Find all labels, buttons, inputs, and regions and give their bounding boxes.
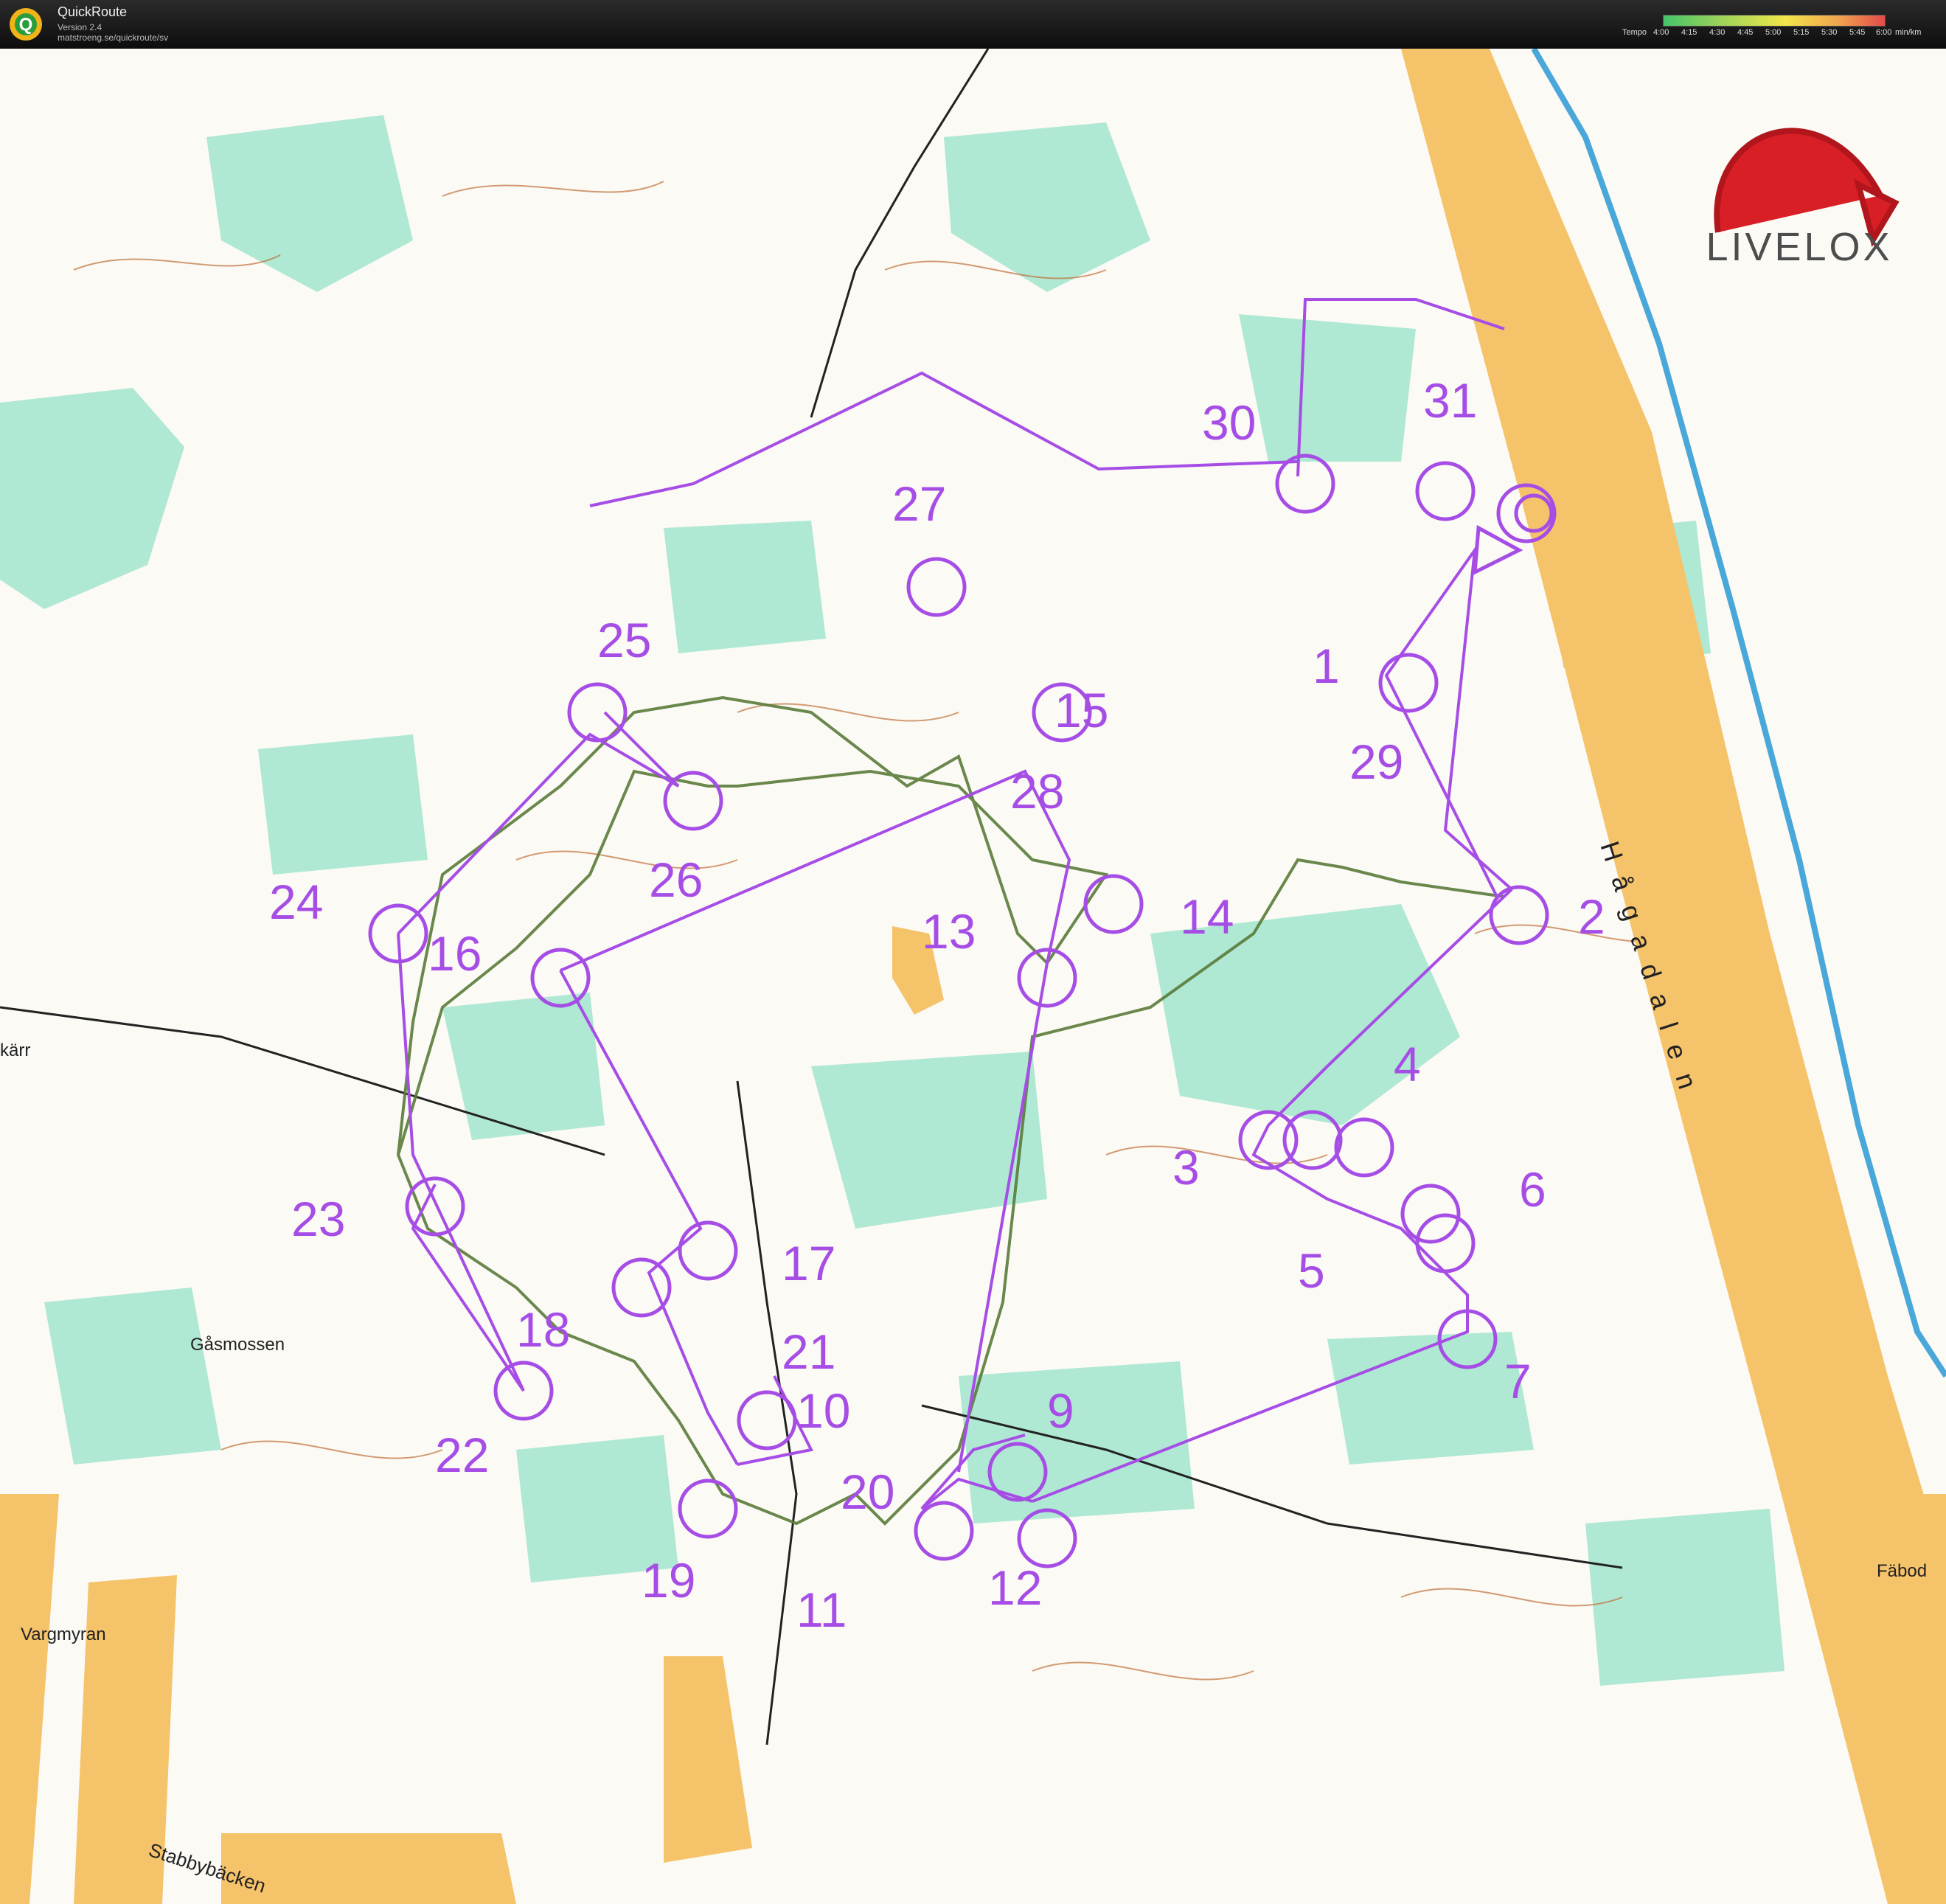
tempo-tick: 5:00 (1765, 28, 1782, 37)
control-number: 30 (1202, 395, 1256, 450)
livelox-swoosh-icon (1714, 128, 1900, 248)
control-number: 20 (841, 1465, 894, 1519)
control-number: 21 (782, 1324, 835, 1379)
control-number: 15 (1054, 683, 1108, 737)
tempo-tick: 4:15 (1681, 28, 1697, 37)
control-number: 1 (1313, 639, 1340, 693)
control-number: 24 (269, 875, 323, 929)
place-name: Vargmyran (21, 1625, 106, 1644)
control-number: 6 (1519, 1162, 1546, 1217)
place-name: kärr (0, 1040, 30, 1060)
tempo-tick: 5:15 (1793, 28, 1810, 37)
tempo-legend: Tempo 4:00 4:15 4:30 4:45 5:00 5:15 5:30… (1622, 12, 1939, 41)
app-version: Version 2.4 (58, 22, 102, 32)
orienteering-map[interactable]: 1 2 3 4 5 6 7 9 10 11 12 13 14 15 16 17 … (0, 49, 1946, 1904)
livelox-logo: LIVELOX (1706, 128, 1900, 269)
tempo-tick: 6:00 (1876, 28, 1892, 37)
control-number: 4 (1394, 1037, 1421, 1091)
control-number: 7 (1504, 1354, 1532, 1408)
control-number: 22 (435, 1428, 489, 1482)
control-number: 12 (988, 1560, 1042, 1615)
tempo-tick: 4:30 (1709, 28, 1726, 37)
control-number: 14 (1180, 889, 1234, 944)
tempo-tick: 5:45 (1849, 28, 1866, 37)
svg-text:Q: Q (19, 15, 33, 35)
control-number: 2 (1578, 889, 1605, 944)
control-number: 26 (649, 852, 703, 907)
control-number: 10 (796, 1383, 850, 1438)
control-number: 17 (782, 1236, 835, 1290)
control-number: 29 (1349, 734, 1403, 789)
tempo-tick: 4:00 (1653, 28, 1669, 37)
livelox-wordmark: LIVELOX (1706, 225, 1892, 269)
place-name: Gåsmossen (190, 1335, 285, 1355)
control-number: 31 (1423, 373, 1477, 428)
tempo-tick: 4:45 (1737, 28, 1754, 37)
control-number: 25 (597, 613, 651, 667)
control-number: 19 (642, 1553, 695, 1608)
control-number: 5 (1298, 1243, 1325, 1298)
control-number: 16 (428, 926, 482, 981)
app-title: QuickRoute (58, 4, 128, 19)
control-number: 18 (516, 1302, 570, 1357)
tempo-color-bar (1663, 15, 1886, 27)
tempo-unit: min/km (1895, 28, 1922, 37)
place-name: Fäbod (1877, 1561, 1927, 1581)
title-bar: Q QuickRoute Version 2.4 matstroeng.se/q… (0, 0, 1946, 49)
control-number: 28 (1010, 764, 1064, 819)
tempo-label: Tempo (1622, 28, 1647, 37)
control-number: 3 (1172, 1140, 1200, 1195)
tempo-tick: 5:30 (1821, 28, 1838, 37)
quickroute-logo-icon: Q (10, 8, 42, 41)
control-number: 11 (796, 1582, 847, 1637)
control-number: 9 (1047, 1383, 1074, 1438)
control-number: 23 (291, 1192, 345, 1246)
control-number: 27 (892, 476, 946, 531)
app-url[interactable]: matstroeng.se/quickroute/sv (58, 32, 168, 43)
control-number: 13 (922, 904, 976, 959)
